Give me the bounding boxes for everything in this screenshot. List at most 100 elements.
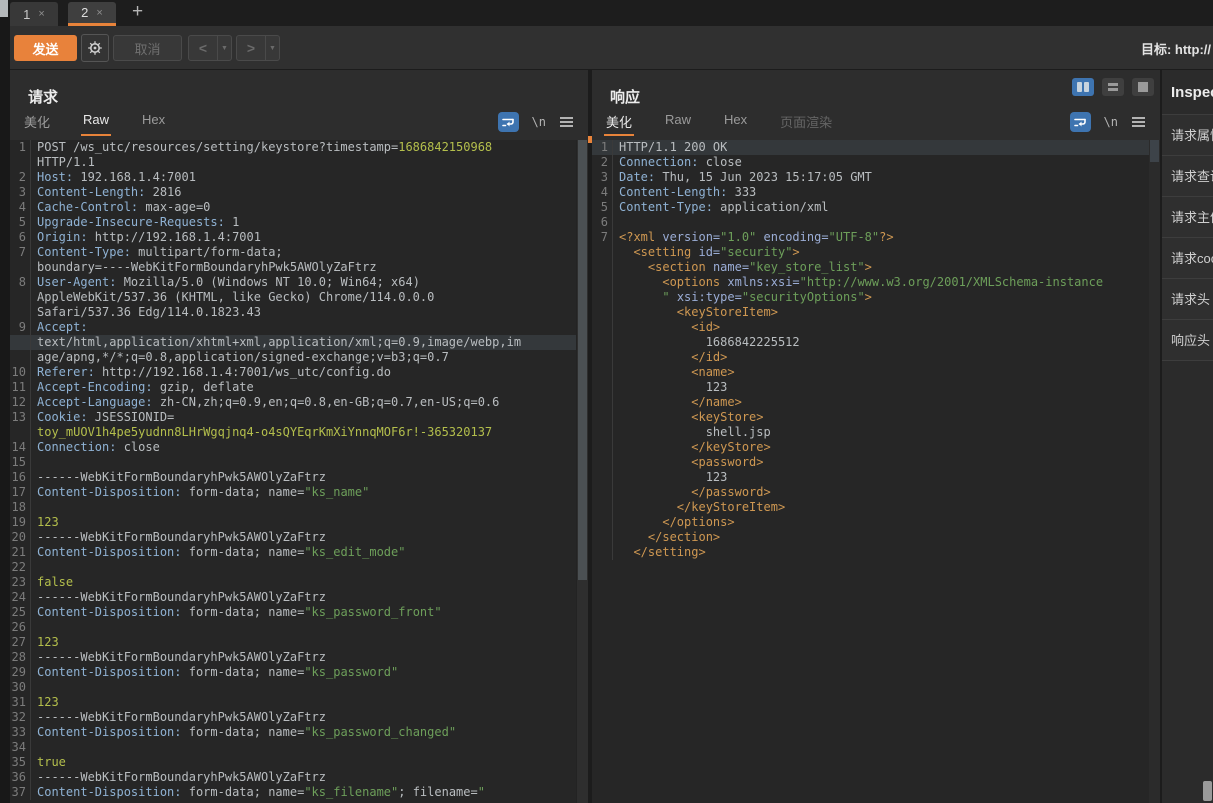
editor-line[interactable]: 30 — [10, 680, 576, 695]
editor-line[interactable]: 17Content-Disposition: form-data; name="… — [10, 485, 576, 500]
layout-columns-button[interactable] — [1072, 78, 1094, 96]
editor-line[interactable]: 20------WebKitFormBoundaryhPwk5AWOlyZaFt… — [10, 530, 576, 545]
editor-line[interactable]: 5Content-Type: application/xml — [592, 200, 1149, 215]
editor-line[interactable]: 37Content-Disposition: form-data; name="… — [10, 785, 576, 800]
editor-line[interactable]: 12Accept-Language: zh-CN,zh;q=0.9,en;q=0… — [10, 395, 576, 410]
editor-line[interactable]: 27123 — [10, 635, 576, 650]
editor-line[interactable]: 25Content-Disposition: form-data; name="… — [10, 605, 576, 620]
tab-raw[interactable]: Raw — [663, 112, 693, 136]
editor-line[interactable]: <name> — [592, 365, 1149, 380]
editor-line[interactable]: HTTP/1.1 — [10, 155, 576, 170]
editor-line[interactable]: 28------WebKitFormBoundaryhPwk5AWOlyZaFt… — [10, 650, 576, 665]
editor-line[interactable]: 24------WebKitFormBoundaryhPwk5AWOlyZaFt… — [10, 590, 576, 605]
send-button[interactable]: 发送 — [14, 35, 77, 61]
editor-line[interactable]: 19123 — [10, 515, 576, 530]
inspector-section-cookies[interactable]: 请求cookies — [1162, 238, 1213, 279]
editor-line[interactable]: </setting> — [592, 545, 1149, 560]
repeater-tab-1[interactable]: 1 × — [10, 2, 58, 26]
word-wrap-toggle[interactable] — [1070, 112, 1091, 132]
request-scrollbar-thumb[interactable] — [578, 140, 587, 580]
inspector-scrollbar-thumb[interactable] — [1203, 781, 1212, 801]
word-wrap-toggle[interactable] — [498, 112, 519, 132]
inspector-section-request-headers[interactable]: 请求头 — [1162, 279, 1213, 320]
editor-line[interactable]: AppleWebKit/537.36 (KHTML, like Gecko) C… — [10, 290, 576, 305]
editor-line[interactable]: 21Content-Disposition: form-data; name="… — [10, 545, 576, 560]
editor-line[interactable]: 10Referer: http://192.168.1.4:7001/ws_ut… — [10, 365, 576, 380]
editor-line[interactable]: 36------WebKitFormBoundaryhPwk5AWOlyZaFt… — [10, 770, 576, 785]
editor-line[interactable]: 7<?xml version="1.0" encoding="UTF-8"?> — [592, 230, 1149, 245]
editor-line[interactable]: 14Connection: close — [10, 440, 576, 455]
editor-line[interactable]: <id> — [592, 320, 1149, 335]
tab-hex[interactable]: Hex — [722, 112, 749, 136]
editor-line[interactable]: 123 — [592, 380, 1149, 395]
layout-rows-button[interactable] — [1102, 78, 1124, 96]
editor-line[interactable]: 13Cookie: JSESSIONID= — [10, 410, 576, 425]
tab-close-icon[interactable]: × — [38, 8, 44, 20]
newline-toggle[interactable]: \n — [532, 115, 546, 129]
request-editor[interactable]: 1POST /ws_utc/resources/setting/keystore… — [10, 140, 576, 803]
editor-line[interactable]: 23false — [10, 575, 576, 590]
editor-line[interactable]: </name> — [592, 395, 1149, 410]
editor-line[interactable]: 16------WebKitFormBoundaryhPwk5AWOlyZaFt… — [10, 470, 576, 485]
editor-line[interactable]: 2Connection: close — [592, 155, 1149, 170]
editor-line[interactable]: <keyStore> — [592, 410, 1149, 425]
settings-gear-button[interactable] — [81, 34, 109, 62]
editor-line[interactable]: 11Accept-Encoding: gzip, deflate — [10, 380, 576, 395]
editor-line[interactable]: </id> — [592, 350, 1149, 365]
editor-line[interactable]: age/apng,*/*;q=0.8,application/signed-ex… — [10, 350, 576, 365]
inspector-section-body-params[interactable]: 请求主体参数 — [1162, 197, 1213, 238]
newline-toggle[interactable]: \n — [1104, 115, 1118, 129]
editor-line[interactable]: </keyStore> — [592, 440, 1149, 455]
editor-line[interactable]: shell.jsp — [592, 425, 1149, 440]
editor-line[interactable]: 3Date: Thu, 15 Jun 2023 15:17:05 GMT — [592, 170, 1149, 185]
editor-line[interactable]: 34 — [10, 740, 576, 755]
editor-line[interactable]: 1HTTP/1.1 200 OK — [592, 140, 1149, 155]
editor-line[interactable]: </section> — [592, 530, 1149, 545]
editor-line[interactable]: 9Accept: — [10, 320, 576, 335]
response-scrollbar-thumb[interactable] — [1150, 140, 1159, 162]
editor-line[interactable]: <password> — [592, 455, 1149, 470]
editor-line[interactable]: 18 — [10, 500, 576, 515]
editor-line[interactable]: </options> — [592, 515, 1149, 530]
tab-pretty[interactable]: 美化 — [22, 112, 52, 136]
editor-line[interactable]: </keyStoreItem> — [592, 500, 1149, 515]
response-editor[interactable]: 1HTTP/1.1 200 OK2Connection: close3Date:… — [592, 140, 1149, 803]
inspector-section-query-params[interactable]: 请求查询参数 — [1162, 156, 1213, 197]
editor-line[interactable]: 31123 — [10, 695, 576, 710]
tab-pretty[interactable]: 美化 — [604, 112, 634, 136]
editor-line[interactable]: 29Content-Disposition: form-data; name="… — [10, 665, 576, 680]
editor-line[interactable]: 3Content-Length: 2816 — [10, 185, 576, 200]
response-scrollbar[interactable] — [1149, 140, 1160, 803]
editor-line[interactable]: 26 — [10, 620, 576, 635]
editor-line[interactable]: </password> — [592, 485, 1149, 500]
editor-line[interactable]: 35true — [10, 755, 576, 770]
tab-hex[interactable]: Hex — [140, 112, 167, 136]
forward-dropdown-icon[interactable]: ▼ — [265, 36, 279, 60]
editor-line[interactable]: 6 — [592, 215, 1149, 230]
editor-line[interactable]: text/html,application/xhtml+xml,applicat… — [10, 335, 576, 350]
editor-line[interactable]: <setting id="security"> — [592, 245, 1149, 260]
editor-line[interactable]: 4Cache-Control: max-age=0 — [10, 200, 576, 215]
new-tab-button[interactable]: + — [132, 1, 143, 26]
cancel-button[interactable]: 取消 — [113, 35, 182, 61]
back-dropdown-icon[interactable]: ▼ — [217, 36, 231, 60]
editor-line[interactable]: <section name="key_store_list"> — [592, 260, 1149, 275]
editor-line[interactable]: 2Host: 192.168.1.4:7001 — [10, 170, 576, 185]
history-back-button[interactable]: < ▼ — [188, 35, 232, 61]
editor-line[interactable]: <options xmlns:xsi="http://www.w3.org/20… — [592, 275, 1149, 290]
editor-line[interactable]: Safari/537.36 Edg/114.0.1823.43 — [10, 305, 576, 320]
editor-line[interactable]: boundary=----WebKitFormBoundaryhPwk5AWOl… — [10, 260, 576, 275]
editor-line[interactable]: 5Upgrade-Insecure-Requests: 1 — [10, 215, 576, 230]
editor-line[interactable]: " xsi:type="securityOptions"> — [592, 290, 1149, 305]
inspector-section-response-headers[interactable]: 响应头 — [1162, 320, 1213, 361]
editor-menu-icon[interactable] — [559, 116, 574, 128]
history-forward-button[interactable]: > ▼ — [236, 35, 280, 61]
editor-menu-icon[interactable] — [1131, 116, 1146, 128]
editor-line[interactable]: 15 — [10, 455, 576, 470]
editor-line[interactable]: 8User-Agent: Mozilla/5.0 (Windows NT 10.… — [10, 275, 576, 290]
tab-render[interactable]: 页面渲染 — [778, 112, 834, 136]
editor-line[interactable]: 33Content-Disposition: form-data; name="… — [10, 725, 576, 740]
editor-line[interactable]: 22 — [10, 560, 576, 575]
editor-line[interactable]: 6Origin: http://192.168.1.4:7001 — [10, 230, 576, 245]
editor-line[interactable]: 1686842225512 — [592, 335, 1149, 350]
